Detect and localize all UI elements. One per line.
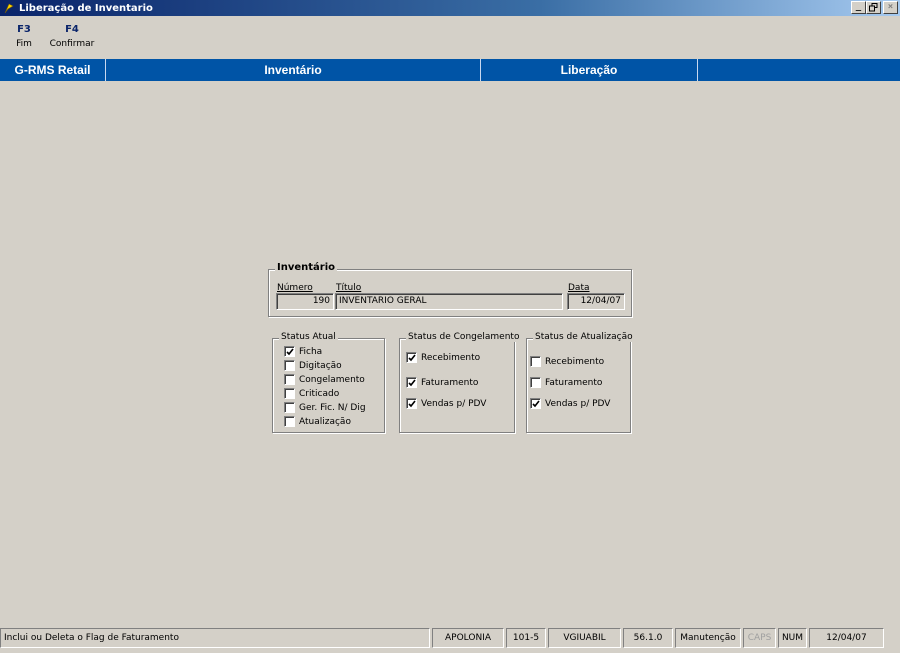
checkbox-box xyxy=(530,356,541,367)
status-caps: CAPS xyxy=(743,628,776,648)
f4-confirmar-button[interactable]: F4 Confirmar xyxy=(42,24,102,49)
atualizacao-recebimento-checkbox[interactable]: Recebimento xyxy=(530,356,604,367)
f4-key: F4 xyxy=(65,24,79,35)
checkbox-box xyxy=(284,416,295,427)
status-atual-atualizacao-checkbox[interactable]: Atualização xyxy=(284,416,351,427)
status-message: Inclui ou Deleta o Flag de Faturamento xyxy=(0,628,430,648)
window-titlebar[interactable]: Liberação de Inventario _ × xyxy=(0,0,900,16)
status-congelamento-group: Status de Congelamento Recebimento Fatur… xyxy=(399,332,522,433)
status-num: NUM xyxy=(778,628,807,648)
checkbox-box xyxy=(284,402,295,413)
checkbox-label: Recebimento xyxy=(545,356,605,367)
congelamento-vendas-pdv-checkbox[interactable]: Vendas p/ PDV xyxy=(406,398,486,409)
checkbox-box xyxy=(284,346,295,357)
status-version: 56.1.0 xyxy=(623,628,673,648)
titulo-label: Título xyxy=(336,283,362,293)
congelamento-recebimento-checkbox[interactable]: Recebimento xyxy=(406,352,480,363)
status-atual-digitacao-checkbox[interactable]: Digitação xyxy=(284,360,342,371)
data-label: Data xyxy=(568,283,590,293)
checkbox-box xyxy=(406,352,417,363)
status-store: 101-5 xyxy=(506,628,546,648)
header-screen: Liberação xyxy=(481,59,698,81)
header-bar: G-RMS Retail Inventário Liberação xyxy=(0,59,900,81)
checkbox-box xyxy=(406,377,417,388)
checkbox-label: Ficha xyxy=(299,346,323,357)
header-module: Inventário xyxy=(106,59,481,81)
checkbox-box xyxy=(284,374,295,385)
checkbox-box xyxy=(530,398,541,409)
congelamento-faturamento-checkbox[interactable]: Faturamento xyxy=(406,377,478,388)
inventario-group: Inventário Número 190 Título INVENTARIO … xyxy=(268,262,632,317)
minimize-button[interactable]: _ xyxy=(851,1,866,14)
checkbox-label: Vendas p/ PDV xyxy=(545,398,611,409)
status-atualizacao-title: Status de Atualização xyxy=(533,332,635,342)
status-atual-title: Status Atual xyxy=(279,332,338,342)
status-mode: Manutenção xyxy=(675,628,741,648)
checkbox-box xyxy=(406,398,417,409)
status-congelamento-title: Status de Congelamento xyxy=(406,332,522,342)
status-bar: Inclui ou Deleta o Flag de Faturamento A… xyxy=(0,628,900,649)
status-atual-criticado-checkbox[interactable]: Criticado xyxy=(284,388,339,399)
header-app-name: G-RMS Retail xyxy=(0,59,106,81)
checkbox-box xyxy=(284,360,295,371)
checkbox-label: Atualização xyxy=(299,416,351,427)
status-date: 12/04/07 xyxy=(809,628,884,648)
data-field[interactable]: 12/04/07 xyxy=(567,293,625,310)
atualizacao-vendas-pdv-checkbox[interactable]: Vendas p/ PDV xyxy=(530,398,610,409)
restore-button[interactable] xyxy=(866,1,881,14)
status-atual-ficha-checkbox[interactable]: Ficha xyxy=(284,346,322,357)
status-atual-ger-fic-checkbox[interactable]: Ger. Fic. N/ Dig xyxy=(284,402,366,413)
status-atualizacao-group: Status de Atualização Recebimento Fatura… xyxy=(526,332,635,433)
checkbox-label: Vendas p/ PDV xyxy=(421,398,487,409)
close-button[interactable]: × xyxy=(883,1,898,14)
status-atual-group: Status Atual Ficha Digitação Congelament… xyxy=(272,332,385,433)
checkbox-label: Criticado xyxy=(299,388,340,399)
checkbox-label: Digitação xyxy=(299,360,342,371)
status-user: VGIUABIL xyxy=(548,628,621,648)
titulo-field[interactable]: INVENTARIO GERAL xyxy=(335,293,563,310)
f4-label: Confirmar xyxy=(49,39,95,49)
atualizacao-faturamento-checkbox[interactable]: Faturamento xyxy=(530,377,602,388)
checkbox-label: Congelamento xyxy=(299,374,365,385)
checkbox-label: Ger. Fic. N/ Dig xyxy=(299,402,366,413)
status-atual-congelamento-checkbox[interactable]: Congelamento xyxy=(284,374,365,385)
checkbox-box xyxy=(530,377,541,388)
app-icon xyxy=(3,2,15,14)
checkbox-label: Recebimento xyxy=(421,352,481,363)
numero-label: Número xyxy=(277,283,313,293)
window-title: Liberação de Inventario xyxy=(19,2,153,14)
inventario-group-title: Inventário xyxy=(275,262,338,273)
checkbox-box xyxy=(284,388,295,399)
status-server: APOLONIA xyxy=(432,628,504,648)
checkbox-label: Faturamento xyxy=(545,377,603,388)
checkbox-label: Faturamento xyxy=(421,377,479,388)
numero-field[interactable]: 190 xyxy=(276,293,334,310)
